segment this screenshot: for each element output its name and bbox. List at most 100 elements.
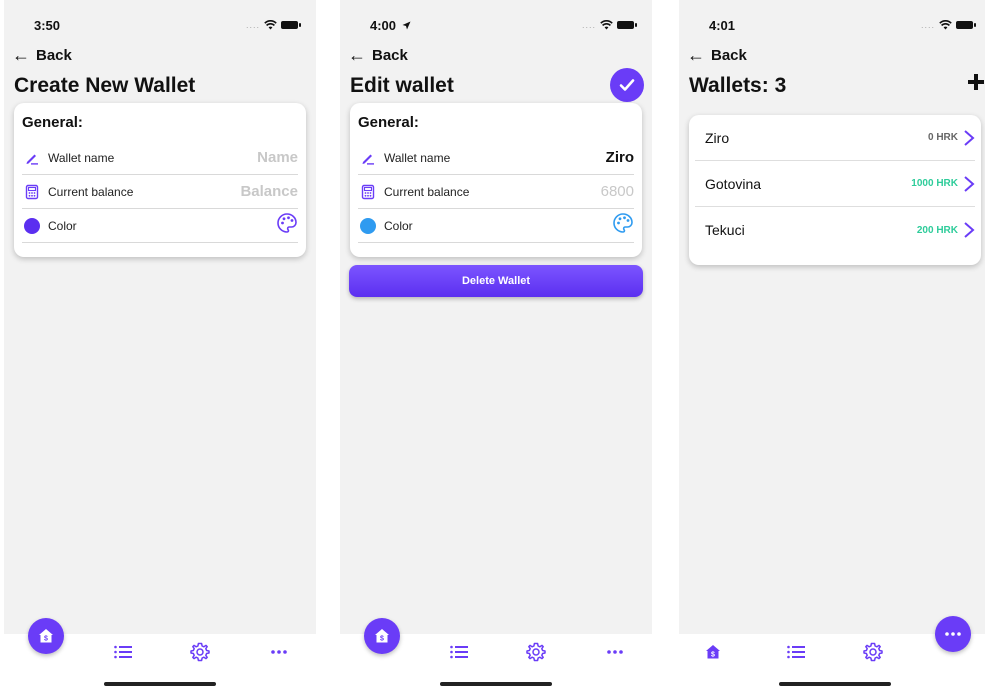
home-indicator	[779, 682, 891, 686]
status-time: 3:50	[34, 18, 61, 33]
calculator-icon	[22, 182, 42, 202]
back-label: Back	[372, 47, 408, 64]
wallet-name-label: Wallet name	[48, 150, 115, 165]
tab-list[interactable]	[783, 640, 809, 664]
more-icon	[271, 650, 287, 654]
current-balance-label: Current balance	[384, 184, 470, 199]
gear-icon	[863, 642, 883, 662]
list-icon	[450, 645, 468, 659]
wallet-name-field[interactable]: Wallet name Ziro	[358, 141, 634, 175]
home-icon: $	[375, 629, 389, 643]
tab-settings[interactable]	[523, 640, 549, 664]
wallet-name-label: Wallet name	[384, 150, 451, 165]
pencil-icon	[358, 148, 378, 168]
page-title: Edit wallet	[350, 74, 454, 97]
wallet-name: Gotovina	[705, 175, 762, 192]
home-indicator	[440, 682, 552, 686]
tab-bar: $	[340, 618, 652, 686]
tab-list[interactable]	[446, 640, 472, 664]
status-bar: 4:01 ....	[679, 18, 985, 36]
add-wallet-button[interactable]	[967, 72, 985, 96]
tab-list[interactable]	[110, 640, 136, 664]
check-icon	[619, 79, 635, 91]
palette-icon[interactable]	[276, 212, 298, 239]
signal-icon: ....	[920, 20, 935, 30]
back-label: Back	[711, 47, 747, 64]
back-button[interactable]: ← Back	[687, 45, 747, 66]
color-label: Color	[48, 218, 77, 233]
color-field[interactable]: Color	[358, 209, 634, 243]
color-swatch	[360, 217, 376, 234]
status-bar: 3:50 ....	[4, 18, 316, 36]
back-button[interactable]: ← Back	[12, 45, 72, 66]
color-field[interactable]: Color	[22, 209, 298, 243]
back-button[interactable]: ← Back	[348, 45, 408, 66]
svg-text:$: $	[44, 636, 48, 643]
tab-bar: $	[679, 616, 985, 686]
current-balance-input[interactable]: Balance	[240, 183, 298, 200]
palette-icon[interactable]	[612, 212, 634, 239]
gear-icon	[526, 642, 546, 662]
wallet-row[interactable]: Gotovina 1000 HRK	[695, 161, 975, 207]
save-button[interactable]	[610, 68, 644, 102]
more-icon	[607, 650, 623, 654]
tab-home[interactable]: $	[28, 618, 64, 654]
home-indicator	[104, 682, 216, 686]
tab-settings[interactable]	[860, 640, 886, 664]
chevron-right-icon	[964, 222, 975, 238]
status-time: 4:01	[709, 18, 736, 33]
status-bar: 4:00 ....	[340, 18, 652, 36]
home-icon: $	[706, 645, 720, 659]
wallet-row[interactable]: Ziro 0 HRK	[695, 115, 975, 161]
general-card: General: Wallet name Ziro Current balanc…	[350, 103, 642, 257]
color-swatch	[24, 217, 40, 234]
tab-more[interactable]	[602, 640, 628, 664]
current-balance-field[interactable]: Current balance Balance	[22, 175, 298, 209]
chevron-right-icon	[964, 129, 975, 146]
arrow-left-icon: ←	[687, 45, 705, 65]
page-title: Wallets: 3	[689, 74, 787, 97]
chevron-right-icon	[964, 175, 975, 192]
tab-more[interactable]	[266, 640, 292, 664]
wifi-icon	[264, 20, 277, 30]
create-wallet-screen: 3:50 .... ← Back Create New Wallet Gener…	[4, 0, 316, 686]
wallet-name-input[interactable]: Name	[257, 149, 298, 166]
svg-text:$: $	[380, 636, 384, 643]
calculator-icon	[358, 182, 378, 202]
tab-settings[interactable]	[187, 640, 213, 664]
home-icon: $	[39, 629, 53, 643]
wallet-name-input[interactable]: Ziro	[606, 149, 634, 166]
current-balance-input[interactable]: 6800	[601, 183, 634, 200]
battery-icon	[617, 21, 637, 29]
wallets-list-screen: 4:01 .... ← Back Wallets: 3 Ziro 0 HRK G…	[679, 0, 985, 686]
delete-wallet-button[interactable]: Delete Wallet	[349, 265, 643, 297]
wallet-amount: 1000 HRK	[911, 178, 958, 189]
tab-home[interactable]: $	[700, 640, 726, 664]
general-card: General: Wallet name Name Current balanc…	[14, 103, 306, 257]
screenshot-collage: 3:50 .... ← Back Create New Wallet Gener…	[0, 0, 985, 686]
page-title: Create New Wallet	[14, 74, 196, 97]
arrow-left-icon: ←	[12, 45, 30, 65]
wallet-amount: 200 HRK	[916, 224, 958, 236]
edit-wallet-screen: 4:00 .... ← Back Edit wallet General: Wa	[340, 0, 652, 686]
pencil-icon	[22, 148, 42, 168]
signal-icon: ....	[581, 20, 596, 30]
back-label: Back	[36, 47, 72, 64]
tab-more[interactable]	[935, 616, 971, 652]
wifi-icon	[939, 20, 952, 30]
section-title: General:	[358, 114, 419, 131]
wallet-amount: 0 HRK	[927, 132, 958, 143]
signal-icon: ....	[245, 20, 260, 30]
section-title: General:	[22, 114, 83, 131]
wifi-icon	[600, 20, 613, 30]
tab-home[interactable]: $	[364, 618, 400, 654]
wallet-name: Ziro	[705, 129, 730, 146]
wallet-row[interactable]: Tekuci 200 HRK	[695, 207, 975, 253]
svg-text:$: $	[711, 652, 715, 659]
wallets-card: Ziro 0 HRK Gotovina 1000 HRK Tekuci 200 …	[689, 115, 981, 265]
wallet-name-field[interactable]: Wallet name Name	[22, 141, 298, 175]
list-icon	[787, 645, 805, 659]
current-balance-field[interactable]: Current balance 6800	[358, 175, 634, 209]
tab-bar: $	[4, 618, 316, 686]
battery-icon	[956, 21, 976, 29]
